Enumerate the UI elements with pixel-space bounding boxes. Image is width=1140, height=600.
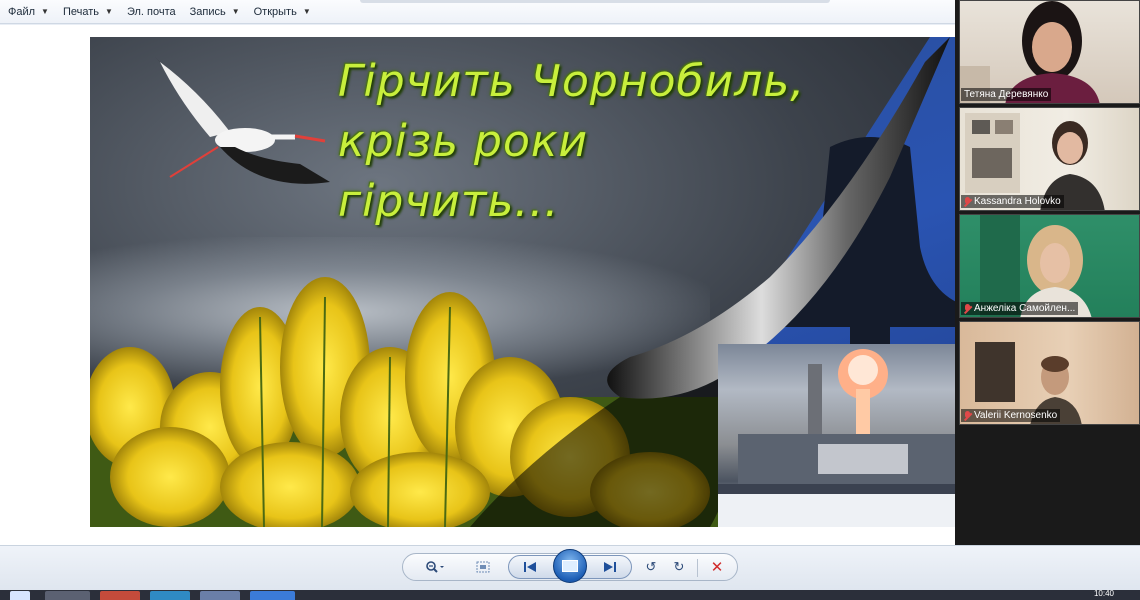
- taskbar-app-file-explorer[interactable]: [45, 591, 90, 600]
- taskbar-app-zoom[interactable]: [250, 591, 295, 600]
- participant-tile[interactable]: Kassandra Holovko: [959, 107, 1140, 211]
- participant-name-tag: Анжеліка Самойлен...: [961, 302, 1079, 315]
- next-icon: [604, 562, 616, 572]
- zoom-button[interactable]: [425, 557, 445, 577]
- actual-size-button[interactable]: [473, 557, 493, 577]
- zoom-icon: [426, 561, 444, 573]
- delete-icon: ✕: [710, 559, 724, 576]
- participant-tile[interactable]: Valerii Kernosenko: [959, 321, 1140, 425]
- participant-name-tag: Тетяна Деревянко: [961, 88, 1052, 101]
- taskbar: 10:40: [0, 590, 1140, 600]
- taskbar-app-edge[interactable]: [150, 591, 190, 600]
- taskbar-app-viewer[interactable]: [200, 591, 240, 600]
- mic-muted-icon: [964, 303, 971, 314]
- chevron-down-icon: ▼: [105, 7, 113, 16]
- menu-bar: Файл ▼ Печать ▼ Эл. почта Запись ▼ Открыть ▼: [0, 0, 955, 24]
- chevron-down-icon: ▼: [41, 7, 49, 16]
- slide-title-line-1: Гірчить Чорнобиль,: [338, 56, 806, 107]
- slide-image: Гірчить Чорнобиль, крізь роки гірчить...: [90, 37, 1049, 527]
- rotate-counterclockwise-icon: ↺: [645, 559, 657, 574]
- participants-panel: Тетяна Деревянко Kassandra Holovko Анжел…: [955, 0, 1140, 600]
- title-bar-edge: [360, 0, 830, 3]
- rotate-clockwise-icon: ↻: [673, 559, 685, 574]
- viewer-toolbar: ↺ ↻ ✕: [0, 545, 1140, 590]
- slide-title: Гірчить Чорнобиль, крізь роки гірчить...: [338, 52, 805, 232]
- mic-muted-icon: [964, 410, 971, 421]
- toolbar-divider: [697, 559, 698, 577]
- rotate-left-button[interactable]: ↺: [641, 557, 661, 577]
- menu-burn[interactable]: Запись ▼: [190, 6, 240, 18]
- menu-file[interactable]: Файл ▼: [8, 6, 49, 18]
- delete-button[interactable]: ✕: [707, 557, 727, 577]
- participant-name-tag: Valerii Kernosenko: [961, 409, 1061, 422]
- stork-image: [155, 57, 330, 184]
- chevron-down-icon: ▼: [231, 7, 240, 16]
- menu-print[interactable]: Печать ▼: [63, 6, 113, 18]
- next-button[interactable]: [600, 557, 620, 577]
- taskbar-app-chrome[interactable]: [100, 591, 140, 600]
- slide-title-line-2: крізь роки: [338, 116, 589, 167]
- slideshow-button[interactable]: [553, 549, 587, 583]
- chevron-down-icon: ▼: [302, 7, 311, 16]
- previous-button[interactable]: [520, 557, 540, 577]
- menu-open[interactable]: Открыть ▼: [254, 6, 311, 18]
- slide-title-line-3: гірчить...: [338, 176, 560, 227]
- fit-window-icon: [476, 561, 490, 573]
- taskbar-clock: 10:40: [1093, 590, 1114, 598]
- rotate-right-button[interactable]: ↻: [669, 557, 689, 577]
- start-icon[interactable]: [10, 591, 30, 600]
- previous-icon: [524, 562, 536, 572]
- menu-email[interactable]: Эл. почта: [127, 6, 176, 18]
- participant-name-tag: Kassandra Holovko: [961, 195, 1064, 208]
- mic-muted-icon: [964, 196, 971, 207]
- participant-tile[interactable]: Анжеліка Самойлен...: [959, 214, 1140, 318]
- participant-tile[interactable]: Тетяна Деревянко: [959, 0, 1140, 104]
